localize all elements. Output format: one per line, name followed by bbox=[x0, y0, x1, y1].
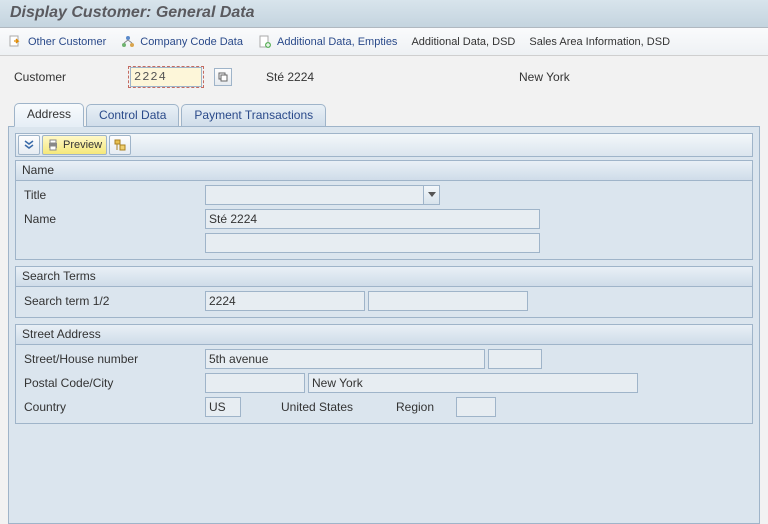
postal-code-input[interactable] bbox=[205, 373, 305, 393]
additional-data-dsd-button[interactable]: Additional Data, DSD bbox=[411, 36, 515, 48]
f4-icon bbox=[218, 72, 228, 82]
postal-city-label: Postal Code/City bbox=[20, 376, 205, 390]
print-icon bbox=[47, 139, 59, 151]
chevron-down-icon bbox=[423, 186, 439, 204]
globe-flag-icon bbox=[114, 139, 126, 151]
street-input[interactable] bbox=[205, 349, 485, 369]
sales-area-info-dsd-label: Sales Area Information, DSD bbox=[529, 36, 670, 48]
region-input[interactable] bbox=[456, 397, 496, 417]
other-customer-button[interactable]: Other Customer bbox=[8, 34, 106, 50]
name-input[interactable] bbox=[205, 209, 540, 229]
country-label: Country bbox=[20, 400, 205, 414]
name-label: Name bbox=[20, 212, 205, 226]
preview-label: Preview bbox=[63, 139, 102, 151]
group-name-heading: Name bbox=[16, 161, 752, 181]
title-label: Title bbox=[20, 188, 205, 202]
international-versions-button[interactable] bbox=[109, 135, 131, 155]
panel-toolbar: Preview bbox=[15, 133, 753, 157]
hierarchy-icon bbox=[120, 34, 136, 50]
country-code-input[interactable] bbox=[205, 397, 241, 417]
group-name: Name Title Name bbox=[15, 160, 753, 260]
customer-city-display: New York bbox=[519, 70, 570, 84]
group-street-heading: Street Address bbox=[16, 325, 752, 345]
city-input[interactable] bbox=[308, 373, 638, 393]
tab-panel-address: Preview Name Title bbox=[8, 126, 760, 524]
expand-button[interactable] bbox=[18, 135, 40, 155]
preview-button[interactable]: Preview bbox=[42, 135, 107, 155]
customer-search-help-button[interactable] bbox=[214, 68, 232, 86]
group-search-heading: Search Terms bbox=[16, 267, 752, 287]
document-add-icon bbox=[257, 34, 273, 50]
company-code-data-button[interactable]: Company Code Data bbox=[120, 34, 243, 50]
search-term1-input[interactable] bbox=[205, 291, 365, 311]
tab-control-data[interactable]: Control Data bbox=[86, 104, 179, 126]
tab-payment-transactions[interactable]: Payment Transactions bbox=[181, 104, 326, 126]
additional-data-dsd-label: Additional Data, DSD bbox=[411, 36, 515, 48]
customer-label: Customer bbox=[10, 70, 120, 84]
group-search-terms: Search Terms Search term 1/2 bbox=[15, 266, 753, 318]
region-label: Region bbox=[396, 400, 456, 414]
street-label: Street/House number bbox=[20, 352, 205, 366]
country-name-display: United States bbox=[281, 400, 396, 414]
group-street-address: Street Address Street/House number Posta… bbox=[15, 324, 753, 424]
customer-name-display: Sté 2224 bbox=[266, 70, 511, 84]
title-dropdown[interactable] bbox=[205, 185, 440, 205]
company-code-data-label: Company Code Data bbox=[140, 36, 243, 48]
customer-number-input[interactable] bbox=[130, 67, 202, 87]
name2-input[interactable] bbox=[205, 233, 540, 253]
other-customer-label: Other Customer bbox=[28, 36, 106, 48]
header-row: Customer Sté 2224 New York bbox=[0, 56, 768, 102]
focused-field-marker bbox=[128, 66, 204, 88]
sales-area-info-dsd-button[interactable]: Sales Area Information, DSD bbox=[529, 36, 670, 48]
page-next-icon bbox=[8, 34, 24, 50]
search-term2-input[interactable] bbox=[368, 291, 528, 311]
search-term-label: Search term 1/2 bbox=[20, 294, 205, 308]
tab-address[interactable]: Address bbox=[14, 103, 84, 127]
additional-data-empties-label: Additional Data, Empties bbox=[277, 36, 397, 48]
chevrons-down-icon bbox=[23, 140, 35, 150]
additional-data-empties-button[interactable]: Additional Data, Empties bbox=[257, 34, 397, 50]
app-toolbar: Other Customer Company Code Data Additio… bbox=[0, 28, 768, 56]
tab-strip: Address Control Data Payment Transaction… bbox=[8, 102, 760, 126]
house-number-input[interactable] bbox=[488, 349, 542, 369]
page-title: Display Customer: General Data bbox=[0, 0, 768, 28]
